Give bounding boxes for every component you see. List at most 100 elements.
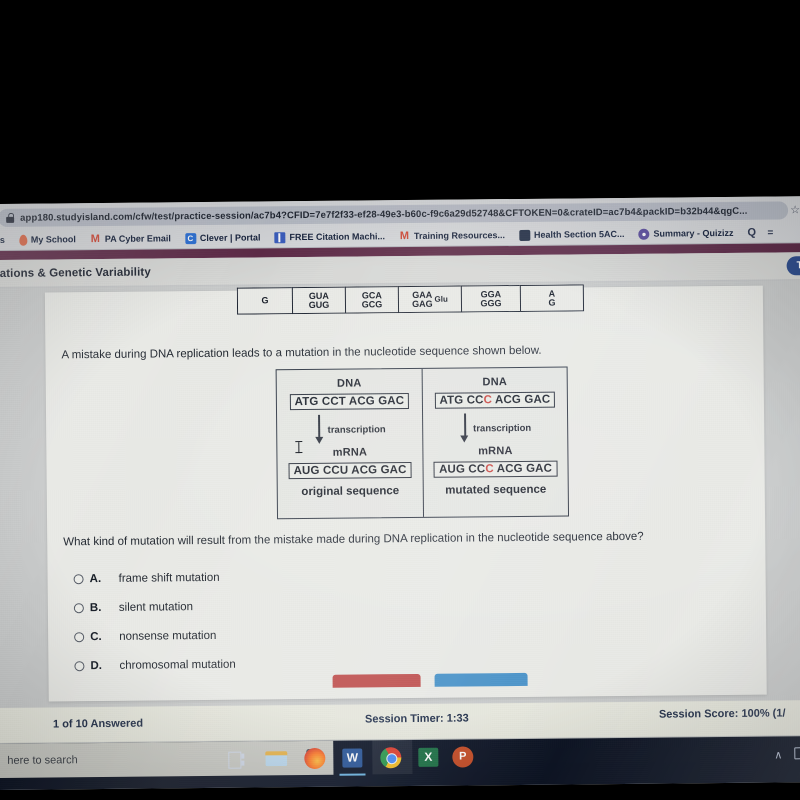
- bookmark-label: My School: [30, 233, 76, 245]
- search-placeholder: here to search: [7, 754, 78, 767]
- pin-icon: [18, 234, 27, 246]
- task-view-icon[interactable]: [227, 748, 250, 771]
- gmail-icon: M: [399, 229, 410, 242]
- codon-text: GUG: [308, 299, 330, 310]
- text-cursor-icon: [295, 441, 303, 454]
- down-arrow-icon: [314, 414, 326, 445]
- url-text: app180.studyisland.com/cfw/test/practice…: [20, 205, 748, 224]
- option-label: frame shift mutation: [118, 571, 220, 585]
- panel-caption: mutated sequence: [445, 483, 547, 497]
- dna-mutated-base: C: [483, 394, 493, 407]
- dna-sequence-prefix: ATG CCT ACG GAC: [294, 395, 405, 409]
- dna-sequence-prefix: ATG CC: [439, 394, 484, 407]
- dna-label: DNA: [482, 376, 508, 389]
- word-icon-letter: W: [346, 750, 359, 765]
- codon-text: GGG: [480, 297, 502, 308]
- page-title: utations & Genetic Variability: [0, 265, 151, 280]
- transcription-arrow-row: transcription: [423, 413, 567, 444]
- bookmarks-overflow-icon[interactable]: =: [765, 227, 773, 238]
- answer-options: A. frame shift mutation B. silent mutati…: [73, 558, 674, 680]
- codon-text: G: [261, 295, 269, 306]
- transcription-label: transcription: [327, 423, 386, 436]
- option-label: silent mutation: [118, 600, 194, 614]
- codon-text: GAG: [411, 298, 433, 309]
- mrna-sequence-suffix: ACG GAC: [493, 462, 553, 476]
- question-stem: What kind of mutation will result from t…: [63, 530, 644, 549]
- bookmark-label: Training Resources...: [413, 229, 506, 241]
- bookmark-item-q[interactable]: Q: [740, 226, 765, 239]
- mrna-sequence-prefix: AUG CC: [438, 463, 486, 476]
- session-score: Session Score: 100% (1/: [658, 707, 786, 721]
- phone-photo-of-screen: app180.studyisland.com/cfw/test/practice…: [0, 0, 800, 800]
- mrna-sequence-prefix: AUG CCU ACG GAC: [293, 464, 407, 478]
- tray-chevron-icon[interactable]: ∧: [774, 748, 782, 761]
- mrna-label: mRNA: [478, 445, 513, 458]
- bookmark-item-training-resources[interactable]: M Training Resources...: [392, 230, 512, 242]
- radio-button[interactable]: [74, 660, 85, 671]
- dna-label: DNA: [336, 377, 362, 390]
- answered-count: 1 of 10 Answered: [52, 717, 144, 731]
- option-letter: C.: [90, 630, 102, 643]
- bookmark-item-summary-quizizz[interactable]: ● Summary - Quizizz: [631, 227, 740, 240]
- panel-caption: original sequence: [301, 485, 400, 499]
- dna-mutation-diagram: DNA ATG CCT ACG GAC transcription mRNA A…: [275, 366, 570, 520]
- down-arrow-icon: [459, 413, 471, 443]
- mrna-sequence-box: AUG CCC ACG GAC: [433, 460, 558, 478]
- codon-cell: G: [236, 287, 293, 315]
- file-explorer-icon[interactable]: [265, 747, 288, 770]
- quizizz-icon: ●: [638, 228, 650, 240]
- firefox-icon[interactable]: [303, 747, 326, 770]
- powerpoint-icon[interactable]: P: [451, 745, 474, 768]
- codon-text: G: [548, 297, 556, 308]
- top-right-badge[interactable]: T: [786, 256, 800, 276]
- transcription-label: transcription: [473, 422, 532, 434]
- bookmark-label: Summary - Quizizz: [653, 227, 734, 239]
- chrome-icon[interactable]: [379, 746, 402, 769]
- computer-screen: app180.studyisland.com/cfw/test/practice…: [0, 196, 800, 790]
- star-icon[interactable]: ☆: [790, 203, 800, 216]
- bookmark-item-pa-cyber-email[interactable]: M PA Cyber Email: [83, 232, 178, 245]
- bookmark-item-free-citation-machine[interactable]: FREE Citation Machi...: [267, 231, 392, 243]
- question-card: G GUA GUG GCA GCG GAA GAG Glu GGA GGG A …: [44, 284, 767, 702]
- bookmark-label: FREE Citation Machi...: [289, 230, 385, 242]
- dna-sequence-box: ATG CCT ACG GAC: [289, 393, 410, 411]
- lock-icon: [6, 212, 15, 223]
- codon-cell: A G: [519, 284, 585, 312]
- mrna-sequence-box: AUG CCU ACG GAC: [288, 462, 412, 480]
- clever-icon: C: [184, 232, 196, 244]
- blue-book-icon: [274, 231, 286, 243]
- radio-button[interactable]: [73, 573, 84, 584]
- codon-cell: GUA GUG: [291, 286, 346, 315]
- session-timer: Session Timer: 1:33: [364, 712, 469, 726]
- amino-acid-name: Glu: [434, 294, 448, 304]
- radio-button[interactable]: [73, 602, 84, 613]
- windows-taskbar: here to search W X P ∧: [0, 736, 800, 790]
- dna-sequence-suffix: ACG GAC: [492, 393, 551, 407]
- bookmark-item-my-school[interactable]: My School: [12, 234, 83, 246]
- bookmark-label: PA Cyber Email: [104, 232, 171, 244]
- bookmark-label: Clever | Portal: [199, 231, 261, 243]
- word-icon[interactable]: W: [339, 746, 366, 776]
- tray-box-icon[interactable]: [794, 747, 800, 760]
- codon-text: GCG: [361, 298, 383, 309]
- option-label: chromosomal mutation: [119, 658, 236, 672]
- dark-square-icon: [518, 229, 531, 241]
- submit-button[interactable]: [434, 672, 528, 687]
- gmail-icon: M: [90, 232, 101, 245]
- codon-cell: GCA GCG: [344, 286, 399, 314]
- reset-button[interactable]: [332, 673, 421, 688]
- codon-cell: GGA GGG: [460, 284, 521, 313]
- mrna-label: mRNA: [332, 446, 368, 459]
- bookmark-label: ns: [0, 234, 5, 245]
- dna-sequence-box: ATG CCC ACG GAC: [434, 391, 556, 409]
- q-icon: Q: [747, 226, 757, 239]
- bookmark-item-ns[interactable]: ns: [0, 234, 12, 245]
- question-intro-text: A mistake during DNA replication leads t…: [61, 344, 542, 362]
- option-letter: A.: [89, 572, 102, 585]
- excel-icon[interactable]: X: [417, 746, 440, 769]
- bookmark-item-clever-portal[interactable]: C Clever | Portal: [178, 232, 268, 244]
- option-letter: D.: [90, 659, 102, 672]
- bookmark-item-health-section-5ac[interactable]: Health Section 5AC...: [512, 228, 632, 241]
- bookmark-label: Health Section 5AC...: [533, 228, 625, 240]
- radio-button[interactable]: [74, 631, 85, 642]
